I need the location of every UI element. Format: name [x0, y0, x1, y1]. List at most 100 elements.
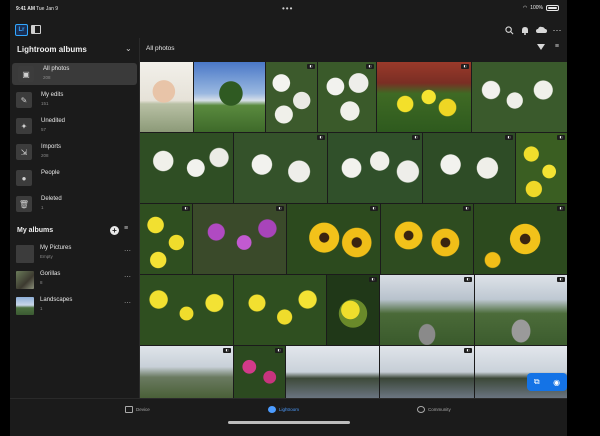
photo-thumbnail[interactable]: ◧: [266, 62, 317, 132]
pencil-icon: ✎: [16, 92, 32, 108]
photo-thumbnail[interactable]: ◧: [328, 133, 422, 203]
sidebar-item-label: All photos: [43, 66, 70, 72]
albums-header: My albums: [17, 227, 54, 234]
photo-thumbnail[interactable]: [140, 275, 233, 345]
sidebar-item-label: Imports: [41, 144, 62, 150]
sidebar-item-all-photos[interactable]: ▣ All photos 208: [12, 63, 137, 85]
photo-thumbnail[interactable]: [286, 346, 379, 398]
add-photos-icon[interactable]: ⧉: [534, 377, 540, 387]
album-thumbnail: [16, 271, 34, 289]
sidebar-item-my-edits[interactable]: ✎ My edits 151: [10, 89, 139, 111]
album-thumbnail: [16, 297, 34, 315]
photo-badge-icon: ◧: [461, 64, 469, 69]
photo-thumbnail[interactable]: ◧: [380, 275, 474, 345]
photo-thumbnail[interactable]: ◧: [234, 133, 327, 203]
tab-community[interactable]: Community: [417, 406, 451, 413]
album-my-pictures[interactable]: My Pictures Empty ⋯: [10, 242, 139, 266]
bottom-tab-bar: Device Lightroom Community: [10, 398, 567, 436]
lightroom-logo: Lr: [15, 24, 28, 36]
photo-badge-icon: ◧: [464, 348, 472, 353]
photo-thumbnail[interactable]: ◧: [381, 204, 473, 274]
photo-thumbnail[interactable]: ◧: [318, 62, 376, 132]
sidebar-item-count: 208: [43, 75, 51, 80]
battery-percent: 100%: [530, 5, 543, 11]
photo-thumbnail[interactable]: ◧: [193, 204, 286, 274]
status-time: 9:41 AM: [16, 6, 35, 12]
sidebar-item-count: 1: [41, 205, 44, 210]
album-gorillas[interactable]: Gorillas 8 ⋯: [10, 268, 139, 292]
photo-thumbnail[interactable]: ◧: [327, 275, 379, 345]
photo-thumbnail[interactable]: ◧: [234, 346, 285, 398]
search-icon[interactable]: [503, 24, 515, 36]
more-icon[interactable]: ⋯: [551, 24, 563, 36]
app-toolbar: Lr ⋯: [10, 22, 567, 38]
photo-badge-icon: ◧: [317, 135, 325, 140]
chevron-down-icon[interactable]: ⌄: [125, 44, 132, 53]
sort-albums-icon[interactable]: ≡: [124, 225, 128, 232]
album-label: Landscapes: [40, 297, 73, 303]
tab-label: Lightroom: [279, 407, 300, 412]
photo-thumbnail[interactable]: ◧: [516, 133, 567, 203]
sidebar-item-label: Deleted: [41, 196, 62, 202]
wand-icon: ✦: [16, 118, 32, 134]
album-label: My Pictures: [40, 245, 72, 251]
sidebar-item-label: My edits: [41, 92, 64, 98]
more-icon[interactable]: ⋯: [124, 273, 131, 281]
wifi-icon: ◠: [522, 5, 528, 11]
photo-badge-icon: ◧: [557, 277, 565, 282]
photo-grid: ◧ ◧ ◧ ◧ ◧ ◧ ◧ ◧ ◧ ◧ ◧ ◧ ◧ ◧ ◧ ◧ ◧ ◧: [140, 62, 567, 398]
sidebar-item-imports[interactable]: ⇲ Imports 208: [10, 141, 139, 163]
photo-thumbnail[interactable]: [234, 275, 326, 345]
sort-icon[interactable]: ≡: [555, 43, 559, 50]
notification-bell-icon[interactable]: [519, 24, 531, 36]
photo-badge-icon: ◧: [182, 206, 190, 211]
sidebar-item-label: People: [41, 170, 60, 176]
battery-icon: [546, 5, 559, 11]
cloud-sync-icon[interactable]: [535, 24, 547, 36]
photo-thumbnail[interactable]: ◧: [140, 346, 233, 398]
photo-thumbnail[interactable]: ◧: [140, 204, 192, 274]
photo-thumbnail[interactable]: ◧: [287, 204, 380, 274]
floating-actions: ⧉ ◉: [527, 373, 567, 391]
sidebar-title: Lightroom albums: [17, 45, 87, 54]
sidebar-toggle-icon[interactable]: [31, 25, 41, 34]
multitasking-dots[interactable]: •••: [282, 4, 293, 13]
sidebar-item-count: 57: [41, 127, 47, 132]
trash-icon: 🗑: [16, 196, 32, 212]
tab-label: Device: [136, 407, 150, 412]
photo-thumbnail[interactable]: ◧: [475, 275, 567, 345]
sidebar-item-unedited[interactable]: ✦ Unedited 57: [10, 115, 139, 137]
home-indicator[interactable]: [228, 421, 350, 424]
filter-icon[interactable]: [537, 44, 545, 50]
photos-icon: ▣: [18, 66, 34, 82]
ipad-screen: 9:41 AM Tue Jan 9 ••• ◠ 100% Lr ⋯ Lightr…: [10, 0, 567, 436]
import-icon: ⇲: [16, 144, 32, 160]
photo-badge-icon: ◧: [412, 135, 420, 140]
add-album-icon[interactable]: +: [110, 226, 119, 235]
photo-thumbnail[interactable]: [194, 62, 265, 132]
tab-device[interactable]: Device: [125, 406, 150, 413]
sidebar-item-label: Unedited: [41, 118, 66, 124]
photo-badge-icon: ◧: [463, 206, 471, 211]
photo-thumbnail[interactable]: [140, 62, 193, 132]
grid-header: All photos ≡: [140, 38, 567, 60]
album-landscapes[interactable]: Landscapes 1 ⋯: [10, 294, 139, 318]
camera-icon[interactable]: ◉: [553, 378, 560, 387]
status-date: Tue Jan 9: [36, 6, 59, 12]
photo-thumbnail[interactable]: ◧: [380, 346, 474, 398]
photo-thumbnail[interactable]: [472, 62, 567, 132]
tab-lightroom[interactable]: Lightroom: [268, 406, 299, 413]
more-icon[interactable]: ⋯: [124, 247, 131, 255]
photo-thumbnail[interactable]: ◧: [377, 62, 471, 132]
photo-thumbnail[interactable]: ◧: [474, 204, 567, 274]
photo-thumbnail[interactable]: ◧: [423, 133, 515, 203]
more-icon[interactable]: ⋯: [124, 299, 131, 307]
photo-badge-icon: ◧: [307, 64, 315, 69]
sidebar-item-count: 208: [41, 153, 49, 158]
album-count: 1: [40, 306, 43, 311]
sidebar-item-deleted[interactable]: 🗑 Deleted 1: [10, 193, 139, 215]
sidebar: Lightroom albums ⌄ ▣ All photos 208 ✎ My…: [10, 38, 140, 398]
sidebar-item-people[interactable]: ● People: [10, 167, 139, 189]
album-label: Gorillas: [40, 271, 61, 277]
photo-thumbnail[interactable]: [140, 133, 233, 203]
